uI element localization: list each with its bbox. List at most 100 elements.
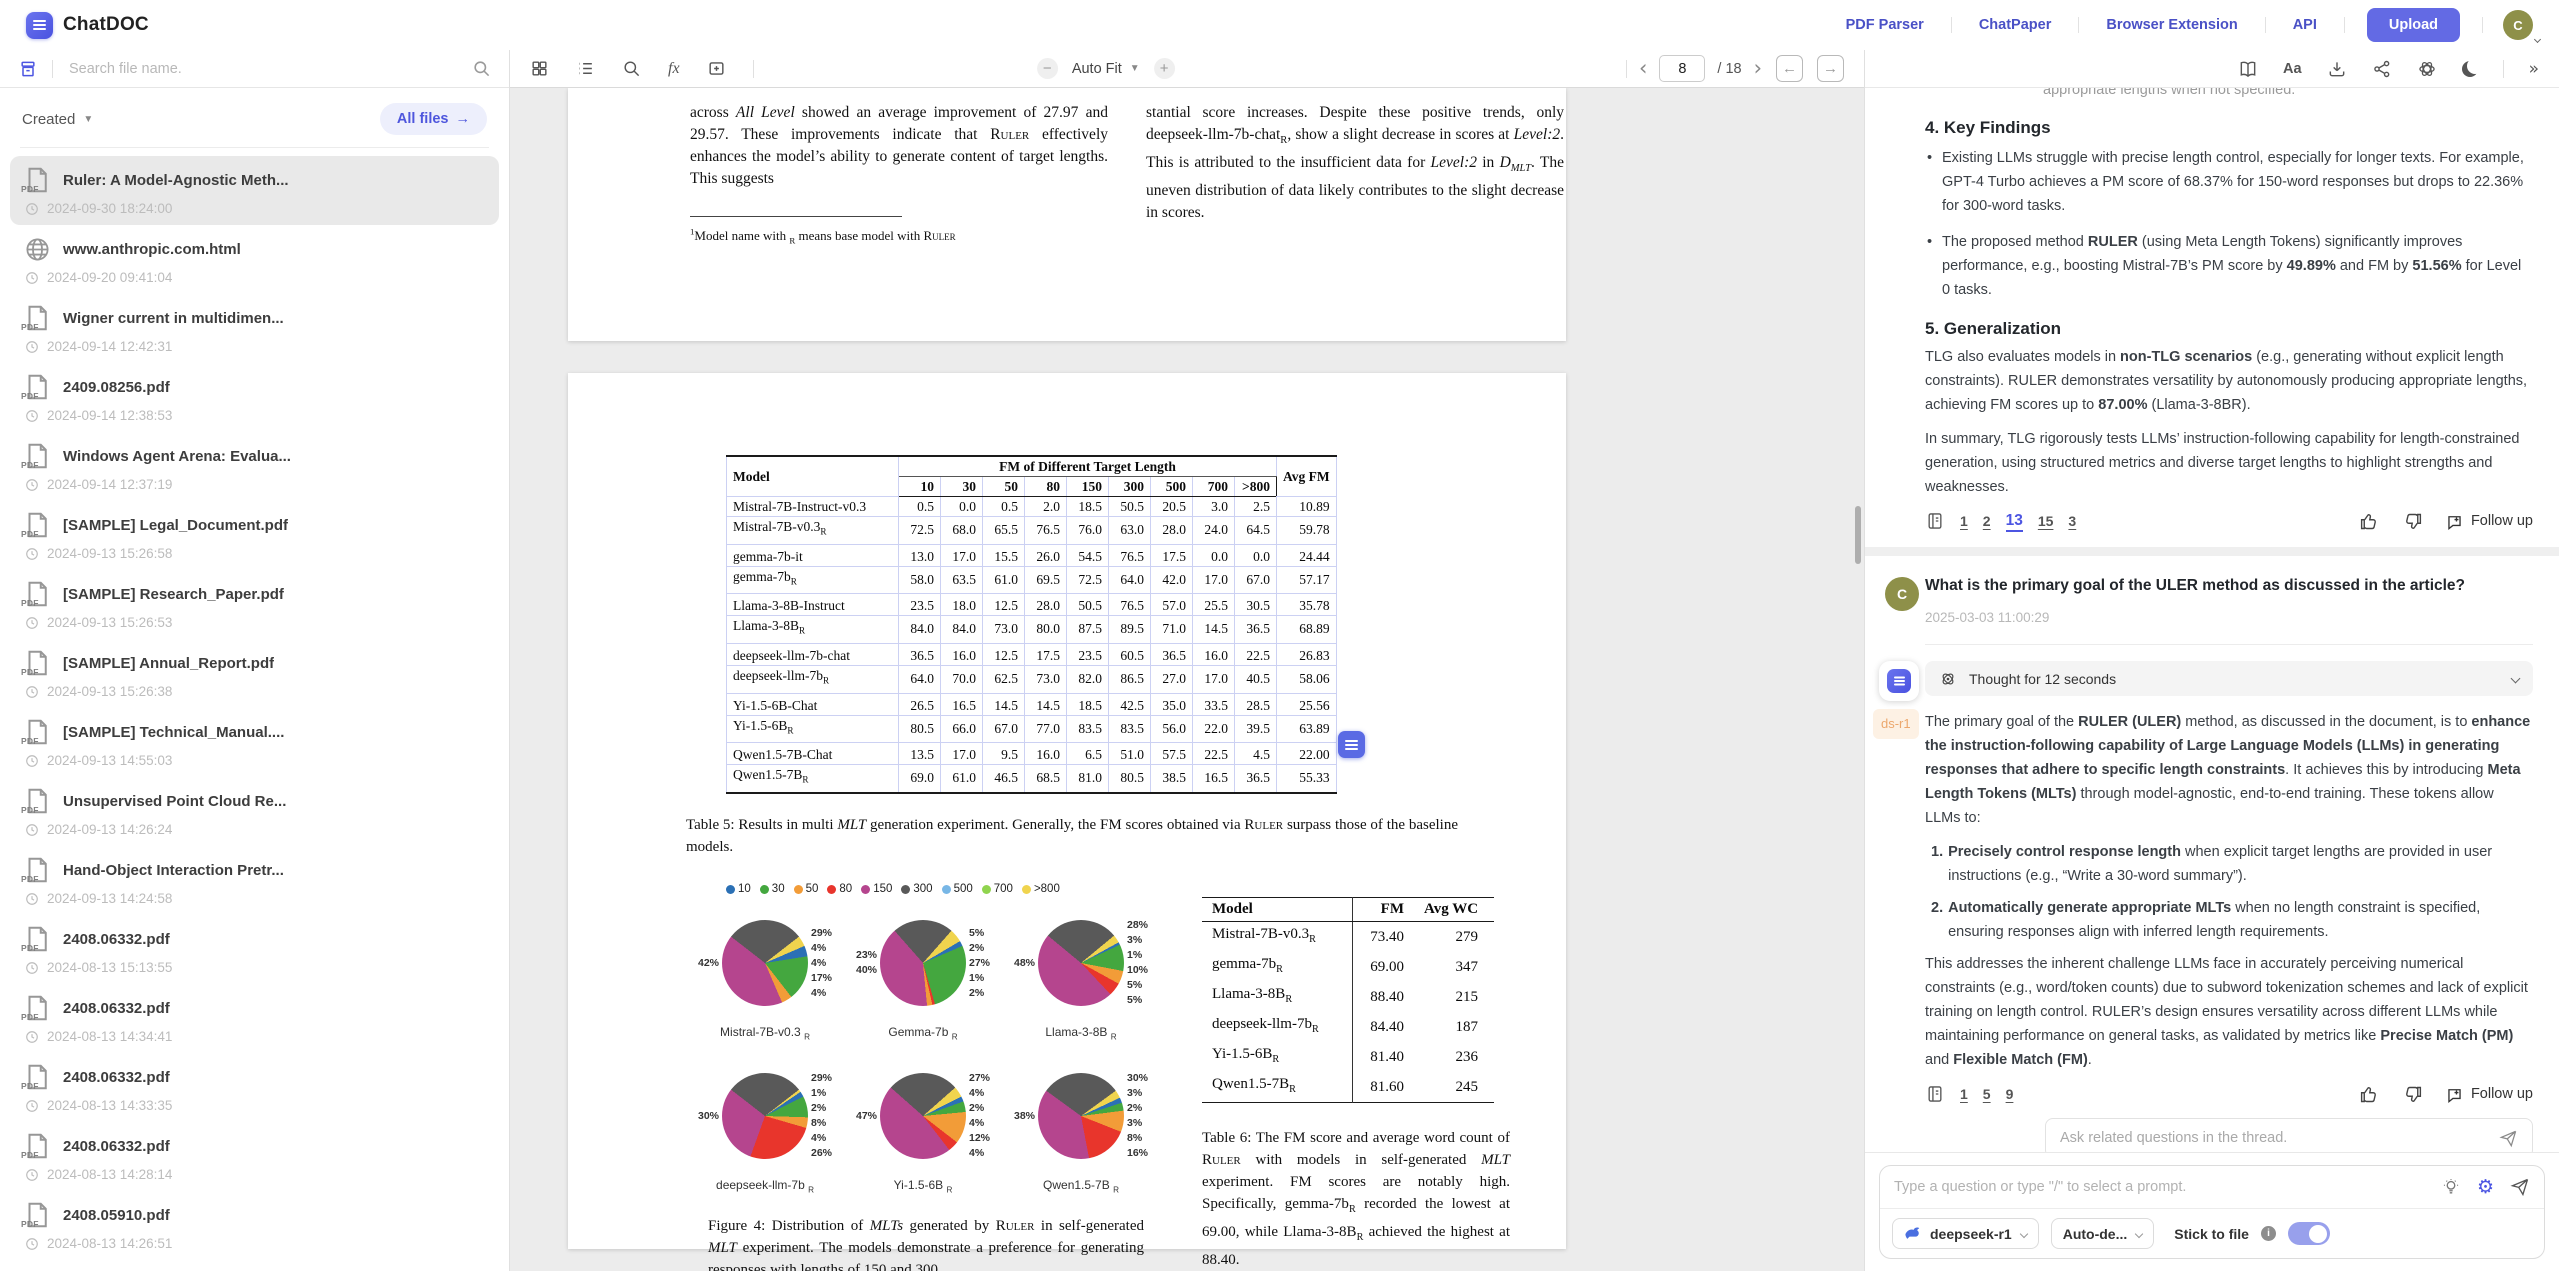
file-list-item[interactable]: PDF[SAMPLE] Research_Paper.pdf2024-09-13… (10, 570, 499, 639)
thumbs-up-icon[interactable] (2359, 511, 2380, 532)
collapse-panel-icon[interactable]: » (2529, 59, 2539, 79)
zoom-mode-dropdown[interactable]: Auto Fit ▼ (1072, 61, 1140, 77)
thread-placeholder: Ask related questions in the thread. (2060, 1126, 2499, 1150)
upload-button[interactable]: Upload (2367, 8, 2460, 42)
zoom-out-button[interactable]: − (1037, 58, 1058, 79)
file-list-item[interactable]: www.anthropic.com.html2024-09-20 09:41:0… (10, 225, 499, 294)
cited-page-2[interactable]: 2 (1983, 509, 1991, 533)
file-sidebar: Created ▼ All files → PDFRuler: A Model-… (0, 50, 510, 1271)
file-list-item[interactable]: PDF2408.05910.pdf2024-08-13 14:26:51 (10, 1191, 499, 1260)
zoom-in-button[interactable]: + (1154, 58, 1175, 79)
file-list-item[interactable]: PDFRuler: A Model-Agnostic Meth...2024-0… (10, 156, 499, 225)
chevron-down-icon (2135, 1229, 2143, 1237)
file-list-item[interactable]: PDF2408.06332.pdf2024-08-13 15:13:55 (10, 915, 499, 984)
follow-up-button[interactable]: Follow up (2445, 509, 2533, 533)
pdf-toolbar: fx − Auto Fit ▼ + ‹ (510, 50, 1864, 88)
cited-page-15[interactable]: 15 (2038, 509, 2054, 533)
clock-icon (25, 340, 39, 354)
table-chat-icon[interactable] (1338, 731, 1365, 758)
nav-browser-extension[interactable]: Browser Extension (2079, 17, 2264, 33)
legend-item: 700 (982, 883, 1013, 895)
composer-input-row[interactable]: Type a question or type "/" to select a … (1880, 1166, 2544, 1208)
thread-reply-input[interactable]: Ask related questions in the thread. (2045, 1118, 2533, 1152)
toolbar-divider (52, 60, 53, 78)
cited-page-3[interactable]: 3 (2068, 509, 2076, 533)
file-manager-icon[interactable] (18, 59, 38, 79)
cited-page-1[interactable]: 1 (1960, 509, 1968, 533)
user-question-message: C What is the primary goal of the ULER m… (1925, 556, 2533, 645)
thumbnail-grid-icon[interactable] (530, 59, 549, 78)
search-input[interactable] (67, 60, 458, 78)
sidebar-toolbar (0, 50, 509, 88)
thumbs-up-icon[interactable] (2359, 1084, 2380, 1105)
follow-up-button[interactable]: Follow up (2445, 1082, 2533, 1106)
page-number-input[interactable] (1659, 55, 1705, 82)
info-icon[interactable]: i (2261, 1226, 2276, 1241)
screenshot-icon[interactable] (707, 59, 726, 78)
file-name: Unsupervised Point Cloud Re... (63, 793, 286, 810)
ai-model-icon[interactable] (2417, 59, 2437, 79)
pdf-file-icon: PDF (22, 717, 52, 747)
file-list-item[interactable]: PDF[SAMPLE] Technical_Manual....2024-09-… (10, 708, 499, 777)
pdf-file-icon: PDF (22, 1062, 52, 1092)
created-label: Created (22, 111, 75, 128)
file-list-item[interactable]: PDF[SAMPLE] Annual_Report.pdf2024-09-13 … (10, 639, 499, 708)
font-size-icon[interactable]: Aa (2283, 61, 2302, 77)
summary-book-icon[interactable] (2238, 59, 2258, 79)
table6-row: Llama-3-8BR88.40215 (1202, 982, 1494, 1012)
nav-api[interactable]: API (2266, 17, 2344, 33)
share-icon[interactable] (2372, 59, 2392, 79)
previous-page-icon[interactable]: ‹ (1639, 58, 1647, 79)
file-name: 2408.05910.pdf (63, 1207, 170, 1224)
language-detect-selector[interactable]: Auto-de... (2051, 1218, 2155, 1249)
file-list-item[interactable]: PDF2408.06332.pdf2024-08-13 14:34:41 (10, 984, 499, 1053)
file-list-item[interactable]: PDF2409.08256.pdf2024-09-14 12:38:53 (10, 363, 499, 432)
legend-item: 300 (901, 883, 932, 895)
nav-chatpaper[interactable]: ChatPaper (1952, 17, 2079, 33)
chat-messages[interactable]: appropriate lengths when not specified. … (1865, 88, 2559, 1152)
file-list-item[interactable]: PDF2408.06332.pdf2024-08-13 14:28:14 (10, 1122, 499, 1191)
cited-page-5[interactable]: 5 (1983, 1082, 1991, 1106)
dark-mode-icon[interactable] (2462, 61, 2478, 77)
nav-pdf-parser[interactable]: PDF Parser (1819, 17, 1951, 33)
file-name: [SAMPLE] Annual_Report.pdf (63, 655, 274, 672)
pdf-pages[interactable]: across All Level showed an average impro… (510, 88, 1864, 1271)
file-date: 2024-08-13 15:13:55 (47, 960, 172, 975)
stick-to-file-toggle[interactable] (2288, 1222, 2330, 1245)
formula-icon[interactable]: fx (668, 60, 680, 78)
history-forward-button[interactable]: → (1817, 55, 1844, 82)
user-avatar[interactable]: C (2503, 10, 2533, 40)
pie-labels-right: 30%3%2%3%8%16% (1127, 1073, 1160, 1159)
prompt-ideas-icon[interactable] (2441, 1177, 2461, 1197)
outline-list-icon[interactable] (576, 59, 595, 78)
send-icon[interactable] (2510, 1177, 2530, 1197)
cited-page-1[interactable]: 1 (1960, 1082, 1968, 1106)
pdf-scrollbar[interactable] (1855, 506, 1861, 564)
file-list-item[interactable]: PDF[SAMPLE] Legal_Document.pdf2024-09-13… (10, 501, 499, 570)
file-list-item[interactable]: PDFHand-Object Interaction Pretr...2024-… (10, 846, 499, 915)
next-page-icon[interactable]: › (1754, 58, 1762, 79)
history-back-button[interactable]: ← (1776, 55, 1803, 82)
chatdoc-logo[interactable]: ChatDOC (26, 12, 149, 39)
settings-gear-icon[interactable]: ⚙ (2477, 1178, 2494, 1197)
created-sort-dropdown[interactable]: Created ▼ (22, 111, 93, 128)
file-list-item[interactable]: PDFUnsupervised Point Cloud Re...2024-09… (10, 777, 499, 846)
send-icon[interactable] (2499, 1129, 2518, 1148)
pdf-file-icon: PDF (22, 648, 52, 678)
thumbs-down-icon[interactable] (2402, 511, 2423, 532)
summary-paragraph: TLG also evaluates models in non-TLG sce… (1925, 345, 2533, 417)
pie-graphic (722, 920, 808, 1006)
cited-page-9[interactable]: 9 (2006, 1082, 2014, 1106)
cited-page-13[interactable]: 13 (2006, 511, 2023, 532)
model-selector[interactable]: deepseek-r1 (1892, 1218, 2039, 1249)
search-icon[interactable] (472, 59, 491, 78)
thought-collapse-bar[interactable]: Thought for 12 seconds (1925, 661, 2533, 696)
download-icon[interactable] (2327, 59, 2347, 79)
all-files-link[interactable]: All files → (380, 103, 487, 135)
search-document-icon[interactable] (622, 59, 641, 78)
file-list-item[interactable]: PDFWigner current in multidimen...2024-0… (10, 294, 499, 363)
thumbs-down-icon[interactable] (2402, 1084, 2423, 1105)
file-date: 2024-09-14 12:42:31 (47, 339, 172, 354)
file-list-item[interactable]: PDF2408.06332.pdf2024-08-13 14:33:35 (10, 1053, 499, 1122)
file-list-item[interactable]: PDFWindows Agent Arena: Evalua...2024-09… (10, 432, 499, 501)
